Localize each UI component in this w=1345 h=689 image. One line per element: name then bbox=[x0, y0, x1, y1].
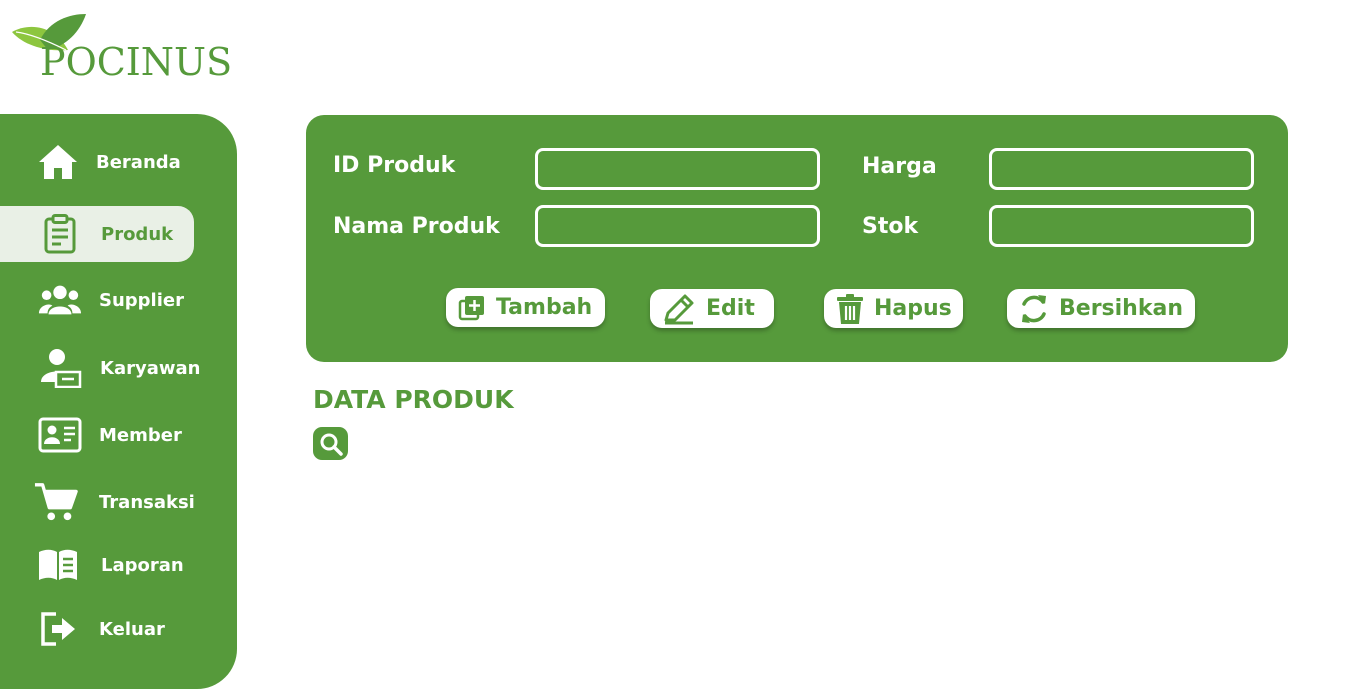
brand-logo: POCINUS bbox=[10, 12, 250, 88]
trash-icon bbox=[837, 293, 863, 324]
sidebar-item-label: Karyawan bbox=[100, 357, 201, 379]
sidebar-item-label: Beranda bbox=[96, 151, 181, 173]
bersihkan-button[interactable]: Bersihkan bbox=[1007, 289, 1195, 328]
home-icon bbox=[36, 140, 80, 184]
users-icon bbox=[38, 278, 82, 322]
sidebar-item-laporan[interactable]: Laporan bbox=[0, 537, 194, 593]
employee-icon bbox=[38, 346, 82, 390]
sidebar: Beranda Produk Supplier Karyawan Member … bbox=[0, 114, 237, 689]
hapus-button[interactable]: Hapus bbox=[824, 289, 963, 328]
harga-input[interactable] bbox=[989, 148, 1254, 190]
id-card-icon bbox=[38, 413, 82, 457]
sidebar-item-keluar[interactable]: Keluar bbox=[0, 601, 194, 657]
sidebar-item-label: Transaksi bbox=[99, 491, 195, 513]
hapus-button-label: Hapus bbox=[874, 296, 952, 321]
add-icon bbox=[458, 295, 484, 320]
refresh-icon bbox=[1022, 294, 1046, 323]
sidebar-item-transaksi[interactable]: Transaksi bbox=[0, 474, 195, 530]
edit-button-label: Edit bbox=[706, 296, 755, 321]
sidebar-item-label: Laporan bbox=[101, 554, 184, 576]
stok-label: Stok bbox=[862, 214, 919, 239]
stok-input[interactable] bbox=[989, 205, 1254, 247]
cart-icon bbox=[34, 480, 78, 524]
data-produk-title: DATA PRODUK bbox=[313, 385, 514, 414]
tambah-button[interactable]: Tambah bbox=[446, 288, 605, 327]
sidebar-item-label: Member bbox=[99, 424, 182, 446]
sidebar-item-label: Supplier bbox=[99, 289, 184, 311]
sidebar-item-label: Keluar bbox=[99, 618, 165, 640]
nama-produk-label: Nama Produk bbox=[333, 214, 500, 239]
id-produk-input[interactable] bbox=[535, 148, 820, 190]
harga-label: Harga bbox=[862, 154, 937, 179]
bersihkan-button-label: Bersihkan bbox=[1059, 296, 1183, 321]
tambah-button-label: Tambah bbox=[496, 295, 593, 320]
pencil-icon bbox=[664, 294, 694, 324]
nama-produk-input[interactable] bbox=[535, 205, 820, 247]
sidebar-item-supplier[interactable]: Supplier bbox=[0, 272, 194, 328]
sidebar-item-karyawan[interactable]: Karyawan bbox=[0, 340, 200, 396]
edit-button[interactable]: Edit bbox=[650, 289, 774, 328]
sidebar-item-member[interactable]: Member bbox=[0, 407, 194, 463]
search-icon bbox=[320, 433, 343, 456]
sidebar-item-label: Produk bbox=[101, 223, 174, 245]
sidebar-item-beranda[interactable]: Beranda bbox=[0, 134, 194, 190]
id-produk-label: ID Produk bbox=[333, 153, 456, 178]
product-form-panel: ID Produk Nama Produk Harga Stok Tambah … bbox=[306, 115, 1288, 362]
brand-name: POCINUS bbox=[40, 40, 233, 84]
clipboard-icon bbox=[38, 212, 82, 256]
logout-icon bbox=[36, 607, 80, 651]
book-icon bbox=[36, 543, 80, 587]
sidebar-item-produk[interactable]: Produk bbox=[0, 206, 194, 262]
search-button[interactable] bbox=[313, 427, 348, 460]
